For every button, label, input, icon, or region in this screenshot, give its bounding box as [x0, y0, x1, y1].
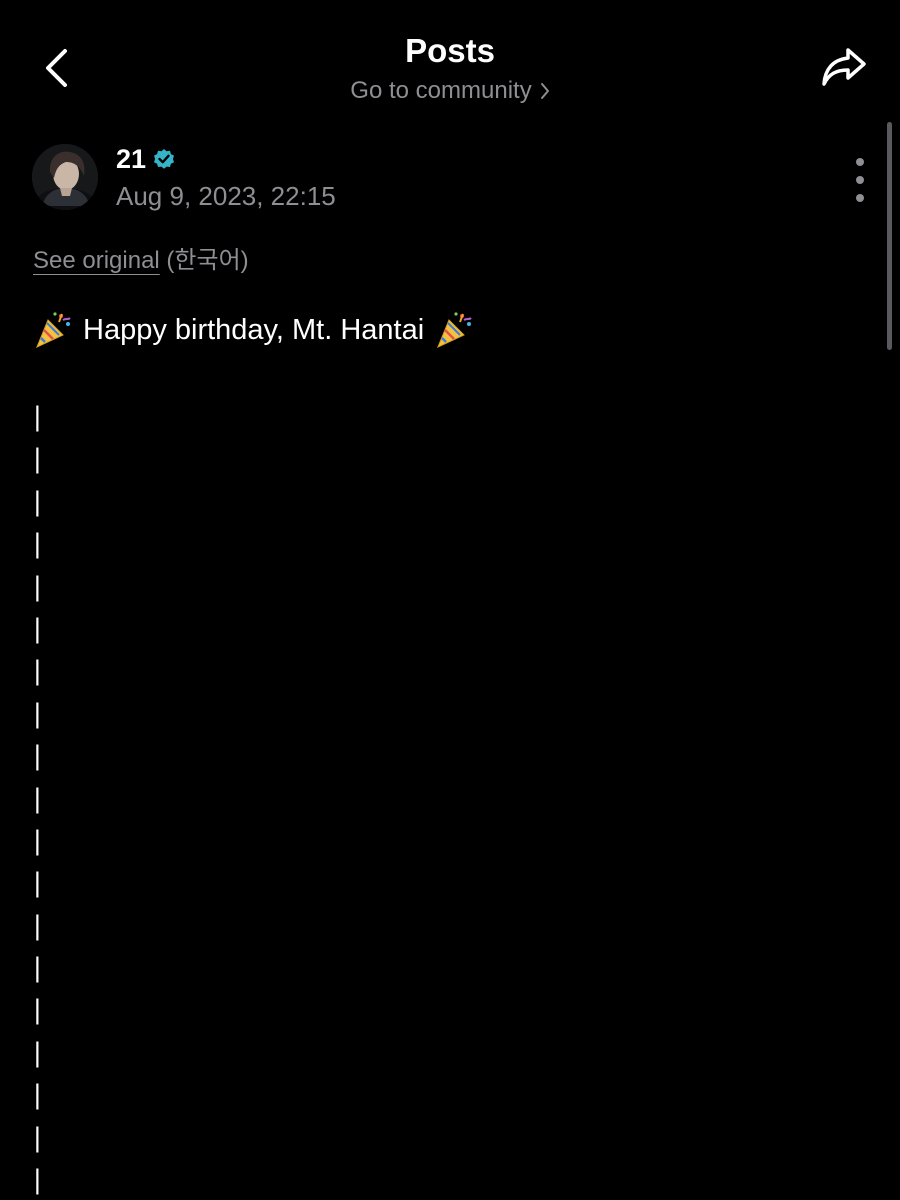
- original-language: (한국어): [166, 247, 249, 274]
- go-to-community-link[interactable]: Go to community: [350, 76, 549, 106]
- translation-row: See original (한국어): [33, 244, 249, 278]
- post-body-line: |: [33, 444, 42, 475]
- see-original-link[interactable]: See original: [33, 247, 160, 274]
- header-title-block: Posts Go to community: [200, 30, 700, 106]
- page-title: Posts: [405, 32, 495, 69]
- post-body-line: |: [33, 529, 42, 560]
- more-options-button[interactable]: [848, 158, 872, 202]
- post-body-line: |: [33, 741, 42, 772]
- post-text-line: Happy birthday, Mt. Hantai: [33, 306, 474, 354]
- post-body-line: |: [33, 613, 42, 644]
- party-popper-icon: [36, 312, 71, 348]
- author-name[interactable]: 21: [116, 144, 146, 174]
- post-body-line: |: [33, 953, 42, 984]
- post-body-line: |: [33, 1165, 42, 1196]
- post-body-line: |: [33, 868, 42, 899]
- more-vertical-icon-dot: [856, 194, 864, 202]
- share-button[interactable]: [816, 40, 872, 96]
- post-body-line: |: [33, 1037, 42, 1068]
- chevron-right-icon: [540, 83, 549, 99]
- post-body-line: |: [33, 1080, 42, 1111]
- post-body-line: |: [33, 656, 42, 687]
- party-popper-icon: [437, 312, 472, 348]
- post-body-line: |: [33, 995, 42, 1026]
- post-timestamp: Aug 9, 2023, 22:15: [116, 181, 336, 211]
- post-body-line: |: [33, 571, 42, 602]
- verified-badge-icon: [154, 149, 175, 169]
- top-navigation-bar: Posts Go to community: [0, 0, 900, 120]
- post-body-line: |: [33, 783, 42, 814]
- post-text: Happy birthday, Mt. Hantai: [83, 314, 425, 346]
- post-body-line: |: [33, 698, 42, 729]
- back-button[interactable]: [32, 40, 80, 96]
- post-body-line: |: [33, 910, 42, 941]
- go-to-community-label: Go to community: [350, 77, 532, 104]
- scrollbar[interactable]: [887, 122, 892, 350]
- post-body-line: |: [33, 402, 42, 432]
- share-arrow-icon: [822, 48, 866, 86]
- post-body-line: |: [33, 825, 42, 856]
- avatar[interactable]: [32, 144, 98, 210]
- post-author-row: 21 Aug 9, 2023, 22:15: [32, 144, 868, 212]
- more-vertical-icon-dot: [856, 176, 864, 184]
- post-screen: Posts Go to community 21 Aug 9, 2023, 22…: [0, 0, 900, 1200]
- post-body-line: |: [33, 1122, 42, 1153]
- post-body-bars: | | | | | | | | | | | | | | | | | | |: [33, 396, 53, 1200]
- post-body-line: |: [33, 486, 42, 517]
- avatar-image: [32, 144, 98, 210]
- author-name-row: 21: [116, 144, 176, 174]
- more-vertical-icon: [856, 158, 864, 166]
- chevron-left-icon: [46, 49, 67, 87]
